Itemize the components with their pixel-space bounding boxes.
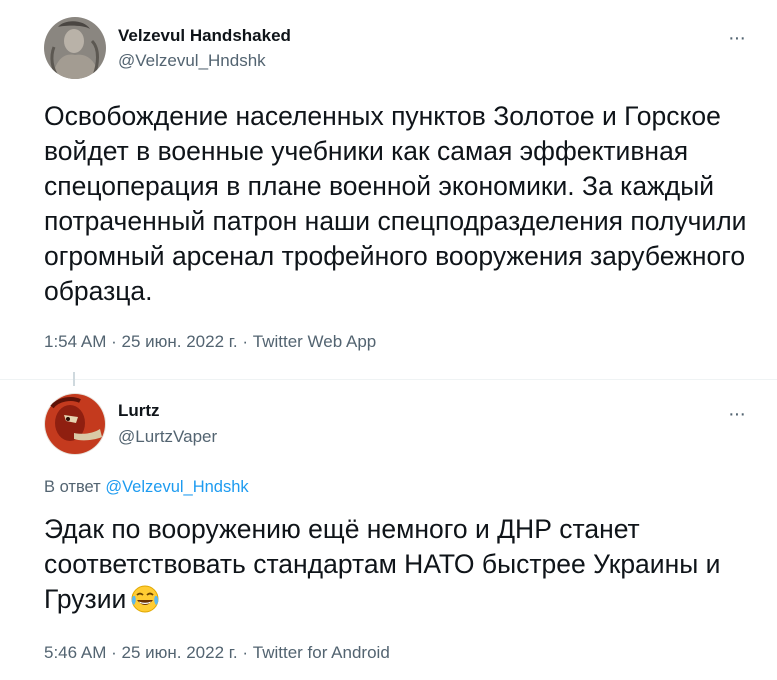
tweet-source[interactable]: Twitter for Android bbox=[253, 643, 390, 662]
reply-context: В ответ @Velzevul_Hndshk bbox=[44, 478, 249, 497]
avatar-lurtz[interactable] bbox=[44, 393, 106, 455]
tweet-original[interactable]: Velzevul Handshaked @Velzevul_Hndshk ···… bbox=[0, 0, 777, 380]
meta-separator: · bbox=[111, 643, 117, 662]
tweet-time[interactable]: 1:54 AM bbox=[44, 332, 106, 351]
more-options-icon[interactable]: ··· bbox=[728, 28, 746, 48]
author-handle[interactable]: @LurtzVaper bbox=[118, 427, 217, 447]
meta-separator: · bbox=[111, 332, 117, 351]
tweet-date[interactable]: 25 июн. 2022 г. bbox=[122, 643, 238, 662]
tweet-text-container: Эдак по вооружению ещё немного и ДНР ста… bbox=[44, 512, 749, 617]
avatar-velzevul[interactable] bbox=[44, 17, 106, 79]
tweet-reply[interactable]: Lurtz @LurtzVaper ··· В ответ @Velzevul_… bbox=[0, 380, 777, 680]
more-options-icon[interactable]: ··· bbox=[728, 404, 746, 424]
reply-prefix: В ответ bbox=[44, 478, 101, 496]
face-with-tears-of-joy-emoji bbox=[131, 585, 159, 613]
tweet-meta: 1:54 AM · 25 июн. 2022 г. · Twitter Web … bbox=[44, 332, 376, 352]
meta-separator: · bbox=[242, 643, 249, 662]
author-name[interactable]: Lurtz bbox=[118, 401, 160, 421]
tweet-source[interactable]: Twitter Web App bbox=[253, 332, 376, 351]
tweet-meta: 5:46 AM · 25 июн. 2022 г. · Twitter for … bbox=[44, 643, 390, 663]
tweet-date[interactable]: 25 июн. 2022 г. bbox=[122, 332, 238, 351]
author-handle[interactable]: @Velzevul_Hndshk bbox=[118, 51, 266, 71]
meta-separator: · bbox=[242, 332, 249, 351]
reply-mention-link[interactable]: @Velzevul_Hndshk bbox=[105, 478, 248, 496]
tweet-text: Освобождение населенных пунктов Золотое … bbox=[44, 101, 747, 306]
tweet-time[interactable]: 5:46 AM bbox=[44, 643, 106, 662]
author-name[interactable]: Velzevul Handshaked bbox=[118, 26, 291, 46]
